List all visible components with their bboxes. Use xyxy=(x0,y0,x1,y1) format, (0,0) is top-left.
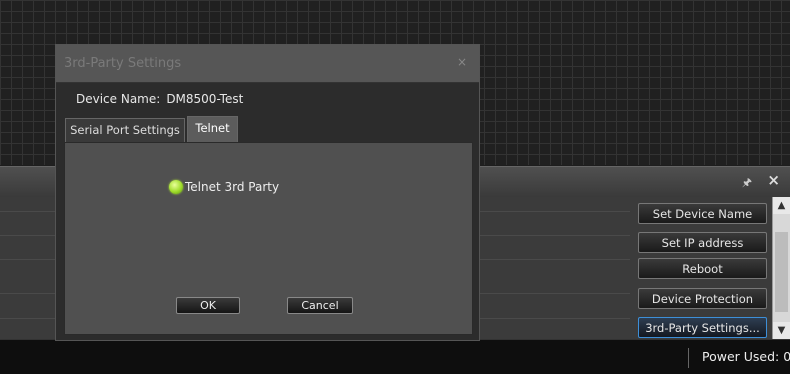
dialog-close-icon[interactable]: × xyxy=(457,55,467,69)
status-divider xyxy=(688,348,689,368)
dialog-title: 3rd-Party Settings xyxy=(64,56,182,71)
cancel-button[interactable]: Cancel xyxy=(287,297,353,314)
device-name-row: Device Name: DM8500-Test xyxy=(76,92,249,106)
device-name-value: DM8500-Test xyxy=(166,92,244,106)
status-bar: Power Used: 0.3 xyxy=(0,339,790,374)
device-name-label: Device Name: xyxy=(76,92,161,106)
third-party-settings-button[interactable]: 3rd-Party Settings... xyxy=(638,317,767,338)
scroll-up-icon[interactable]: ▲ xyxy=(773,197,790,214)
scroll-thumb[interactable] xyxy=(775,232,788,312)
telnet-3rd-party-label: Telnet 3rd Party xyxy=(185,180,280,194)
dialog-title-bar[interactable]: 3rd-Party Settings × xyxy=(56,45,479,83)
tab-serial-port-settings[interactable]: Serial Port Settings xyxy=(65,118,185,142)
ok-button[interactable]: OK xyxy=(176,297,240,314)
set-ip-address-button[interactable]: Set IP address xyxy=(638,232,767,253)
pin-icon[interactable]: 🖈 xyxy=(742,174,752,193)
telnet-tab-panel: Telnet 3rd Party OK Cancel xyxy=(64,142,473,335)
scroll-down-icon[interactable]: ▼ xyxy=(773,322,790,339)
vertical-scrollbar[interactable]: ▲ ▼ xyxy=(772,197,790,339)
tab-telnet[interactable]: Telnet xyxy=(187,116,238,142)
status-led-icon xyxy=(169,180,183,194)
reboot-button[interactable]: Reboot xyxy=(638,258,767,279)
third-party-settings-dialog: 3rd-Party Settings × Device Name: DM8500-… xyxy=(55,44,480,341)
telnet-3rd-party-option[interactable]: Telnet 3rd Party xyxy=(169,180,279,194)
close-icon[interactable]: × xyxy=(767,171,780,189)
device-actions: Set Device Name Set IP address Reboot De… xyxy=(638,197,768,339)
device-protection-button[interactable]: Device Protection xyxy=(638,288,767,309)
set-device-name-button[interactable]: Set Device Name xyxy=(638,203,767,224)
power-used-text: Power Used: 0.3 xyxy=(702,349,790,364)
